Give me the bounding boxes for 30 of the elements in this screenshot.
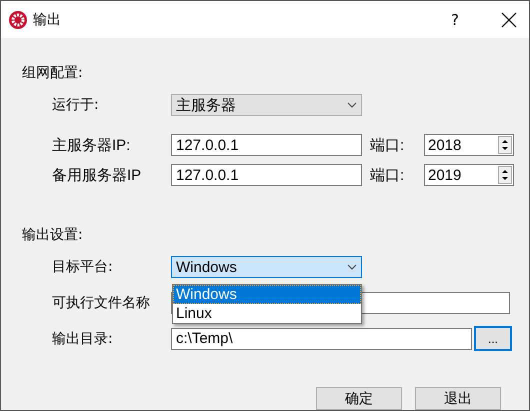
- field-label: 运行于:: [52, 96, 100, 114]
- section-label: 输出设置:: [22, 226, 83, 244]
- help-button[interactable]: ?: [435, 10, 475, 28]
- field-label: 目标平台:: [52, 258, 114, 276]
- section-label: 组网配置:: [22, 64, 83, 82]
- field-label: 输出目录:: [52, 330, 114, 348]
- platform-dropdown[interactable]: Windows: [171, 256, 362, 278]
- spin-arrows-icon[interactable]: [498, 166, 512, 184]
- gear-icon: [9, 10, 27, 28]
- port-spinbox[interactable]: 2018: [424, 134, 514, 156]
- port-spinbox[interactable]: 2019: [424, 164, 514, 186]
- run-on-dropdown[interactable]: 主服务器: [171, 94, 362, 116]
- field-label: 可执行文件名称: [52, 294, 151, 312]
- output-dir-input[interactable]: c:\Temp\: [171, 328, 472, 350]
- close-icon[interactable]: [499, 10, 519, 30]
- field-label: 备用服务器IP: [52, 166, 142, 184]
- field-label: 端口:: [370, 136, 406, 154]
- browse-button[interactable]: ...: [474, 326, 512, 351]
- ip-input[interactable]: 127.0.0.1: [171, 134, 362, 156]
- field-label: 主服务器IP:: [52, 136, 132, 154]
- spin-arrows-icon[interactable]: [498, 136, 512, 154]
- field-label: 端口:: [370, 166, 406, 184]
- dialog-button[interactable]: 退出: [415, 387, 501, 410]
- dropdown-option[interactable]: Linux: [173, 304, 361, 323]
- ip-input[interactable]: 127.0.0.1: [171, 164, 362, 186]
- dropdown-option[interactable]: Windows: [173, 285, 361, 304]
- dialog-button[interactable]: 确定: [316, 387, 402, 410]
- chevron-down-icon: [347, 102, 357, 108]
- chevron-down-icon: [347, 264, 357, 270]
- window-title: 输出: [33, 10, 62, 28]
